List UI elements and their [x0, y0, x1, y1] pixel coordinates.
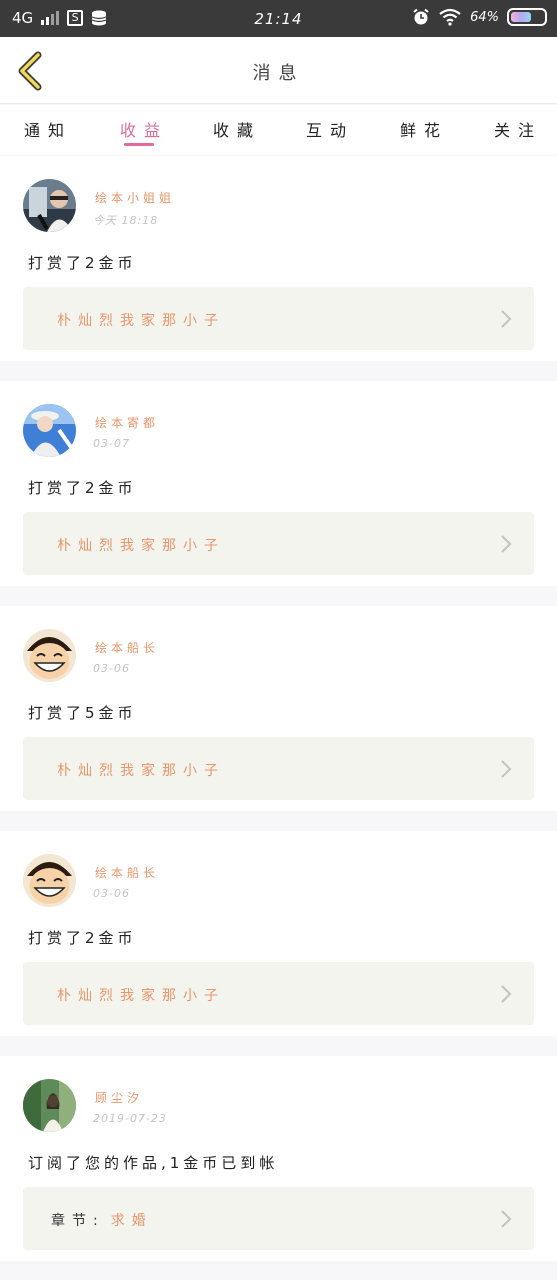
tab-notifications[interactable]: 通知: [24, 117, 72, 141]
chevron-right-icon: [501, 985, 512, 1003]
message-action: 打赏了2金币: [28, 254, 137, 272]
work-title: 朴灿烈我家那小子: [51, 310, 225, 330]
work-name: 朴灿烈我家那小子: [57, 313, 225, 329]
tab-earnings[interactable]: 收益: [120, 117, 168, 141]
tab-flowers[interactable]: 鲜花: [400, 117, 448, 141]
chapter-name: 求婚: [110, 1213, 153, 1229]
sender-name[interactable]: 顾尘汐: [95, 1089, 143, 1106]
avatar-luffy-image: [23, 854, 76, 907]
avatar[interactable]: [23, 179, 76, 232]
battery-icon: [507, 8, 547, 26]
chevron-right-icon: [501, 760, 512, 778]
sender-name[interactable]: 绘本船长: [95, 639, 159, 656]
avatar-girl-green-image: [23, 1079, 76, 1132]
message-action: 订阅了您的作品,1金币已到帐: [28, 1154, 279, 1172]
chapter-title: 章节: 求婚: [51, 1210, 153, 1230]
work-name: 朴灿烈我家那小子: [57, 988, 225, 1004]
message-action: 打赏了5金币: [28, 704, 137, 722]
message-card: 绘本寄都 03-07 打赏了2金币 朴灿烈我家那小子: [0, 381, 557, 586]
work-name: 朴灿烈我家那小子: [57, 763, 225, 779]
wifi-icon: [439, 8, 461, 26]
page-title: 消息: [252, 63, 305, 84]
work-title: 朴灿烈我家那小子: [51, 760, 225, 780]
avatar-man-car-image: [23, 179, 76, 232]
battery-percent: 64%: [470, 9, 499, 25]
message-card: 顾尘汐 2019-07-23 订阅了您的作品,1金币已到帐 章节: 求婚: [0, 1056, 557, 1261]
message-action: 打赏了2金币: [28, 479, 137, 497]
chapter-link[interactable]: 章节: 求婚: [23, 1187, 534, 1250]
message-card: 绘本船长 03-06 打赏了2金币 朴灿烈我家那小子: [0, 831, 557, 1036]
work-name: 朴灿烈我家那小子: [57, 538, 225, 554]
status-right: 64%: [412, 8, 547, 26]
active-tab-indicator: [124, 143, 154, 146]
battery-fill: [511, 12, 532, 22]
message-card: 绘本小姐姐 今天 18:18 打赏了2金币 朴灿烈我家那小子: [0, 156, 557, 361]
avatar[interactable]: [23, 404, 76, 457]
tab-bar: 通知 收益 收藏 互动 鲜花 关注: [0, 105, 557, 155]
avatar[interactable]: [23, 854, 76, 907]
message-card: 绘本船长 03-06 打赏了5金币 朴灿烈我家那小子: [0, 606, 557, 811]
sender-name[interactable]: 绘本小姐姐: [95, 189, 175, 206]
message-date: 03-07: [93, 437, 130, 450]
message-date: 2019-07-23: [93, 1112, 167, 1125]
avatar[interactable]: [23, 1079, 76, 1132]
alarm-icon: [413, 8, 429, 25]
work-title: 朴灿烈我家那小子: [51, 535, 225, 555]
chapter-prefix: 章节:: [51, 1213, 105, 1229]
status-bar: 4G S 21:14 64%: [0, 0, 557, 37]
avatar-luffy-image: [23, 629, 76, 682]
work-link[interactable]: 朴灿烈我家那小子: [23, 287, 534, 350]
message-date: 03-06: [93, 887, 130, 900]
message-action: 打赏了2金币: [28, 929, 137, 947]
work-title: 朴灿烈我家那小子: [51, 985, 225, 1005]
chevron-right-icon: [501, 535, 512, 553]
tab-interactions[interactable]: 互动: [306, 117, 354, 141]
work-link[interactable]: 朴灿烈我家那小子: [23, 737, 534, 800]
app-header: 消息: [0, 37, 557, 104]
tab-favorites[interactable]: 收藏: [213, 117, 261, 141]
work-link[interactable]: 朴灿烈我家那小子: [23, 512, 534, 575]
chevron-right-icon: [501, 1210, 512, 1228]
message-date: 03-06: [93, 662, 130, 675]
work-link[interactable]: 朴灿烈我家那小子: [23, 962, 534, 1025]
message-date: 今天 18:18: [93, 214, 159, 227]
chevron-right-icon: [501, 310, 512, 328]
sender-name[interactable]: 绘本寄都: [95, 414, 159, 431]
tab-following[interactable]: 关注: [494, 117, 542, 141]
avatar[interactable]: [23, 629, 76, 682]
avatar-girl-hat-image: [23, 404, 76, 457]
sender-name[interactable]: 绘本船长: [95, 864, 159, 881]
